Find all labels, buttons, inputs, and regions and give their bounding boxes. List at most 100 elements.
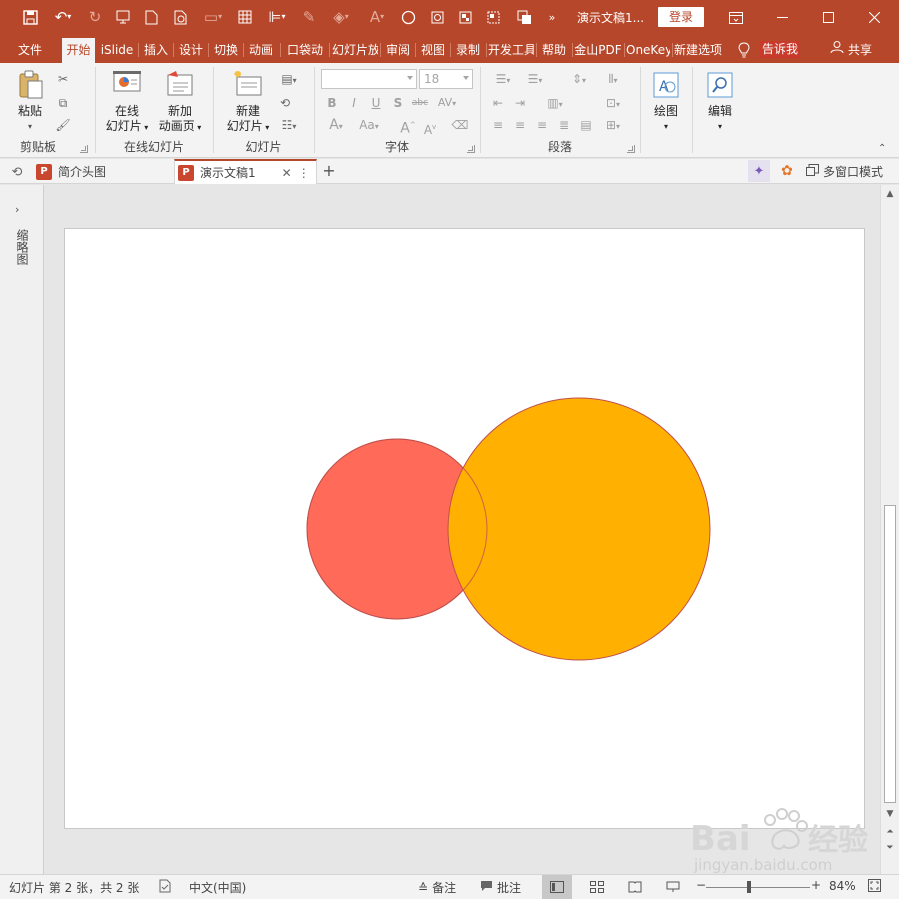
more-commands-icon[interactable]: » — [541, 6, 563, 28]
character-spacing-icon[interactable]: AV▾ — [433, 95, 461, 111]
new-tab-icon[interactable]: + — [318, 160, 340, 182]
tab-slideshow[interactable]: 幻灯片放 — [332, 38, 378, 63]
slideshow-icon[interactable] — [658, 875, 688, 899]
scroll-down-icon[interactable]: ▼ — [883, 807, 897, 821]
normal-view-icon[interactable] — [542, 875, 572, 899]
tab-help[interactable]: 帮助 — [538, 38, 570, 63]
text-direction-icon[interactable]: ⫴▾ — [599, 71, 627, 87]
ribbon-display-options-icon[interactable] — [713, 0, 759, 35]
tab-onekey[interactable]: OneKey — [626, 38, 670, 63]
tab-review[interactable]: 审阅 — [382, 38, 414, 63]
close-icon[interactable] — [851, 0, 897, 35]
clear-formatting-icon[interactable]: ⌫ — [451, 117, 469, 133]
tab-new-options[interactable]: 新建选项 — [674, 38, 722, 63]
doc-tab-presentation1[interactable]: P 演示文稿1 ✕ ⋮ — [174, 159, 317, 184]
distributed-icon[interactable]: ▤ — [577, 117, 595, 133]
zoom-out-icon[interactable]: − — [696, 878, 706, 892]
change-case-icon[interactable]: Aa▾ — [355, 117, 383, 133]
italic-icon[interactable]: I — [345, 95, 363, 111]
next-slide-icon[interactable]: ⏷ — [883, 841, 897, 855]
increase-indent-icon[interactable]: ⇥ — [511, 95, 529, 111]
font-color-icon[interactable]: A▾ — [323, 117, 349, 133]
decrease-font-icon[interactable]: Av — [421, 119, 439, 137]
new-slide-button[interactable]: 新建 幻灯片 ▾ — [222, 69, 274, 135]
fit-to-window-icon[interactable] — [868, 879, 881, 892]
vertical-scrollbar[interactable]: ▲ ▼ ⏶ ⏷ — [880, 185, 899, 874]
align-center-icon[interactable]: ≡ — [511, 117, 529, 133]
decrease-indent-icon[interactable]: ⇤ — [489, 95, 507, 111]
copy-icon[interactable]: ⧉ — [54, 95, 72, 111]
dialog-launcher-icon[interactable] — [80, 145, 88, 153]
bold-icon[interactable]: B — [323, 95, 341, 111]
tab-record[interactable]: 录制 — [452, 38, 484, 63]
tab-developer[interactable]: 开发工具 — [488, 38, 534, 63]
bring-forward-icon[interactable] — [513, 6, 535, 28]
section-icon[interactable]: ☷▾ — [276, 117, 302, 133]
shadow-icon[interactable]: S — [389, 95, 407, 111]
notes-button[interactable]: ≙ 备注 — [418, 879, 456, 896]
undo-icon[interactable]: ↶ ▾ — [50, 6, 76, 28]
collapse-ribbon-icon[interactable]: ⌃ — [878, 143, 886, 154]
print-preview-icon[interactable] — [170, 6, 192, 28]
font-name-combo[interactable] — [321, 69, 417, 89]
increase-font-icon[interactable]: A^ — [399, 117, 417, 137]
zoom-level[interactable]: 84% — [829, 879, 856, 893]
expand-thumbnails-icon[interactable]: › — [15, 203, 19, 216]
slideshow-from-start-icon[interactable] — [112, 6, 134, 28]
columns-icon[interactable]: ▥▾ — [541, 95, 569, 111]
multi-window-mode-button[interactable]: 多窗口模式 — [806, 159, 883, 184]
zoom-in-icon[interactable]: + — [811, 878, 821, 892]
login-button[interactable]: 登录 — [658, 7, 704, 27]
tab-islide[interactable]: iSlide — [98, 38, 136, 63]
circle-shape-icon[interactable] — [397, 6, 419, 28]
new-file-icon[interactable] — [140, 6, 162, 28]
more-icon[interactable]: ⋮ — [298, 161, 310, 185]
reset-icon[interactable]: ⟲ — [276, 95, 294, 111]
tab-home[interactable]: 开始 — [62, 38, 95, 63]
underline-icon[interactable]: U — [367, 95, 385, 111]
spellcheck-icon[interactable] — [158, 879, 172, 893]
drawing-button[interactable]: A 绘图 ▾ — [646, 69, 686, 134]
maximize-icon[interactable] — [805, 0, 851, 35]
line-spacing-icon[interactable]: ⇕▾ — [565, 71, 593, 87]
slide-sorter-icon[interactable] — [582, 875, 612, 899]
tab-insert[interactable]: 插入 — [140, 38, 172, 63]
dialog-launcher-icon[interactable] — [467, 145, 475, 153]
comments-button[interactable]: 批注 — [480, 879, 521, 896]
ungroup-icon[interactable] — [482, 6, 504, 28]
lightbulb-icon[interactable] — [733, 39, 755, 61]
format-painter-icon[interactable]: 🖌 — [54, 117, 72, 133]
tell-me-search[interactable]: 告诉我 — [760, 41, 801, 58]
align-text-icon[interactable]: ⊡▾ — [599, 95, 627, 111]
minimize-icon[interactable] — [759, 0, 805, 35]
close-tab-icon[interactable]: ✕ — [282, 161, 292, 185]
justify-icon[interactable]: ≣ — [555, 117, 573, 133]
tab-transitions[interactable]: 切换 — [210, 38, 242, 63]
align-icon[interactable]: ⊫ ▾ — [262, 6, 292, 28]
numbering-icon[interactable]: ☰▾ — [521, 71, 549, 87]
tab-design[interactable]: 设计 — [175, 38, 207, 63]
tab-wps-pdf[interactable]: 金山PDF — [574, 38, 622, 63]
previous-slide-icon[interactable]: ⏶ — [883, 825, 897, 839]
slide-canvas[interactable] — [64, 228, 865, 829]
share-button[interactable]: 共享 — [830, 38, 872, 63]
paste-button[interactable]: 粘贴 ▾ — [12, 69, 48, 134]
zoom-slider[interactable] — [706, 887, 810, 888]
doc-tab-intro[interactable]: P 简介头图 — [34, 159, 174, 184]
bullets-icon[interactable]: ☰▾ — [489, 71, 517, 87]
add-tab-history-icon[interactable]: ⟲ — [6, 161, 28, 183]
group-icon[interactable] — [454, 6, 476, 28]
editing-button[interactable]: 编辑 ▾ — [700, 69, 740, 134]
magic-wand-icon[interactable]: ✦ — [748, 160, 770, 182]
scroll-thumb[interactable] — [884, 505, 896, 803]
font-size-combo[interactable]: 18 — [419, 69, 473, 89]
grid-icon[interactable] — [234, 6, 256, 28]
cut-icon[interactable]: ✂ — [54, 71, 72, 87]
reading-view-icon[interactable] — [620, 875, 650, 899]
align-left-icon[interactable]: ≡ — [489, 117, 507, 133]
align-right-icon[interactable]: ≡ — [533, 117, 551, 133]
settings-icon[interactable]: ✿ — [776, 160, 798, 182]
online-slides-button[interactable]: 在线 幻灯片 ▾ — [102, 69, 152, 135]
save-icon[interactable] — [19, 6, 41, 28]
tab-pocket-animation[interactable]: 口袋动 — [283, 38, 327, 63]
